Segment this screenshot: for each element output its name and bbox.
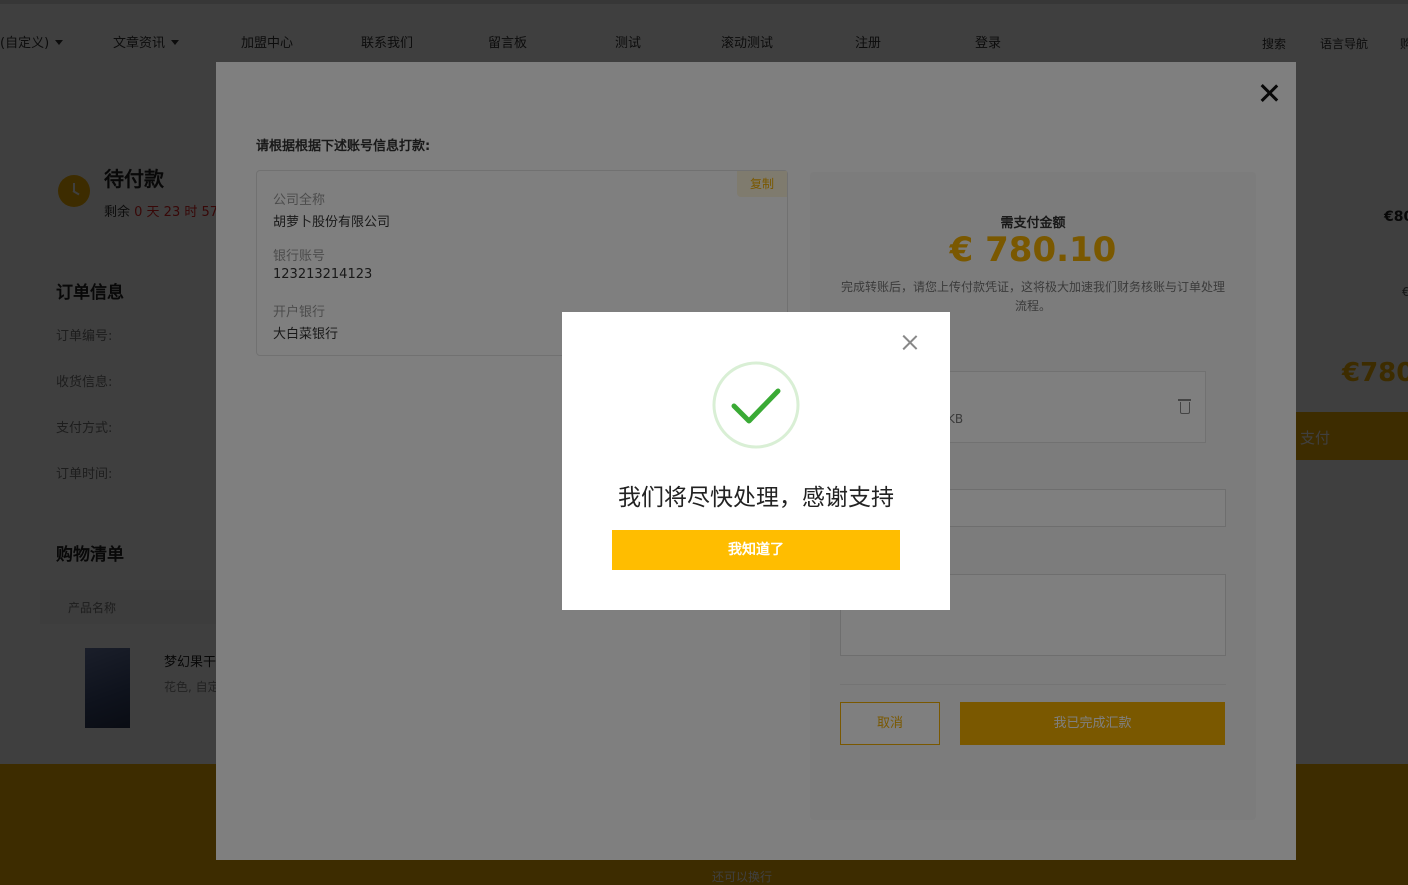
success-dialog: 我们将尽快处理，感谢支持 我知道了 [562, 312, 950, 610]
success-check-icon [712, 361, 800, 449]
close-icon[interactable] [902, 334, 918, 350]
got-it-button[interactable]: 我知道了 [612, 530, 900, 570]
success-message: 我们将尽快处理，感谢支持 [618, 485, 894, 511]
